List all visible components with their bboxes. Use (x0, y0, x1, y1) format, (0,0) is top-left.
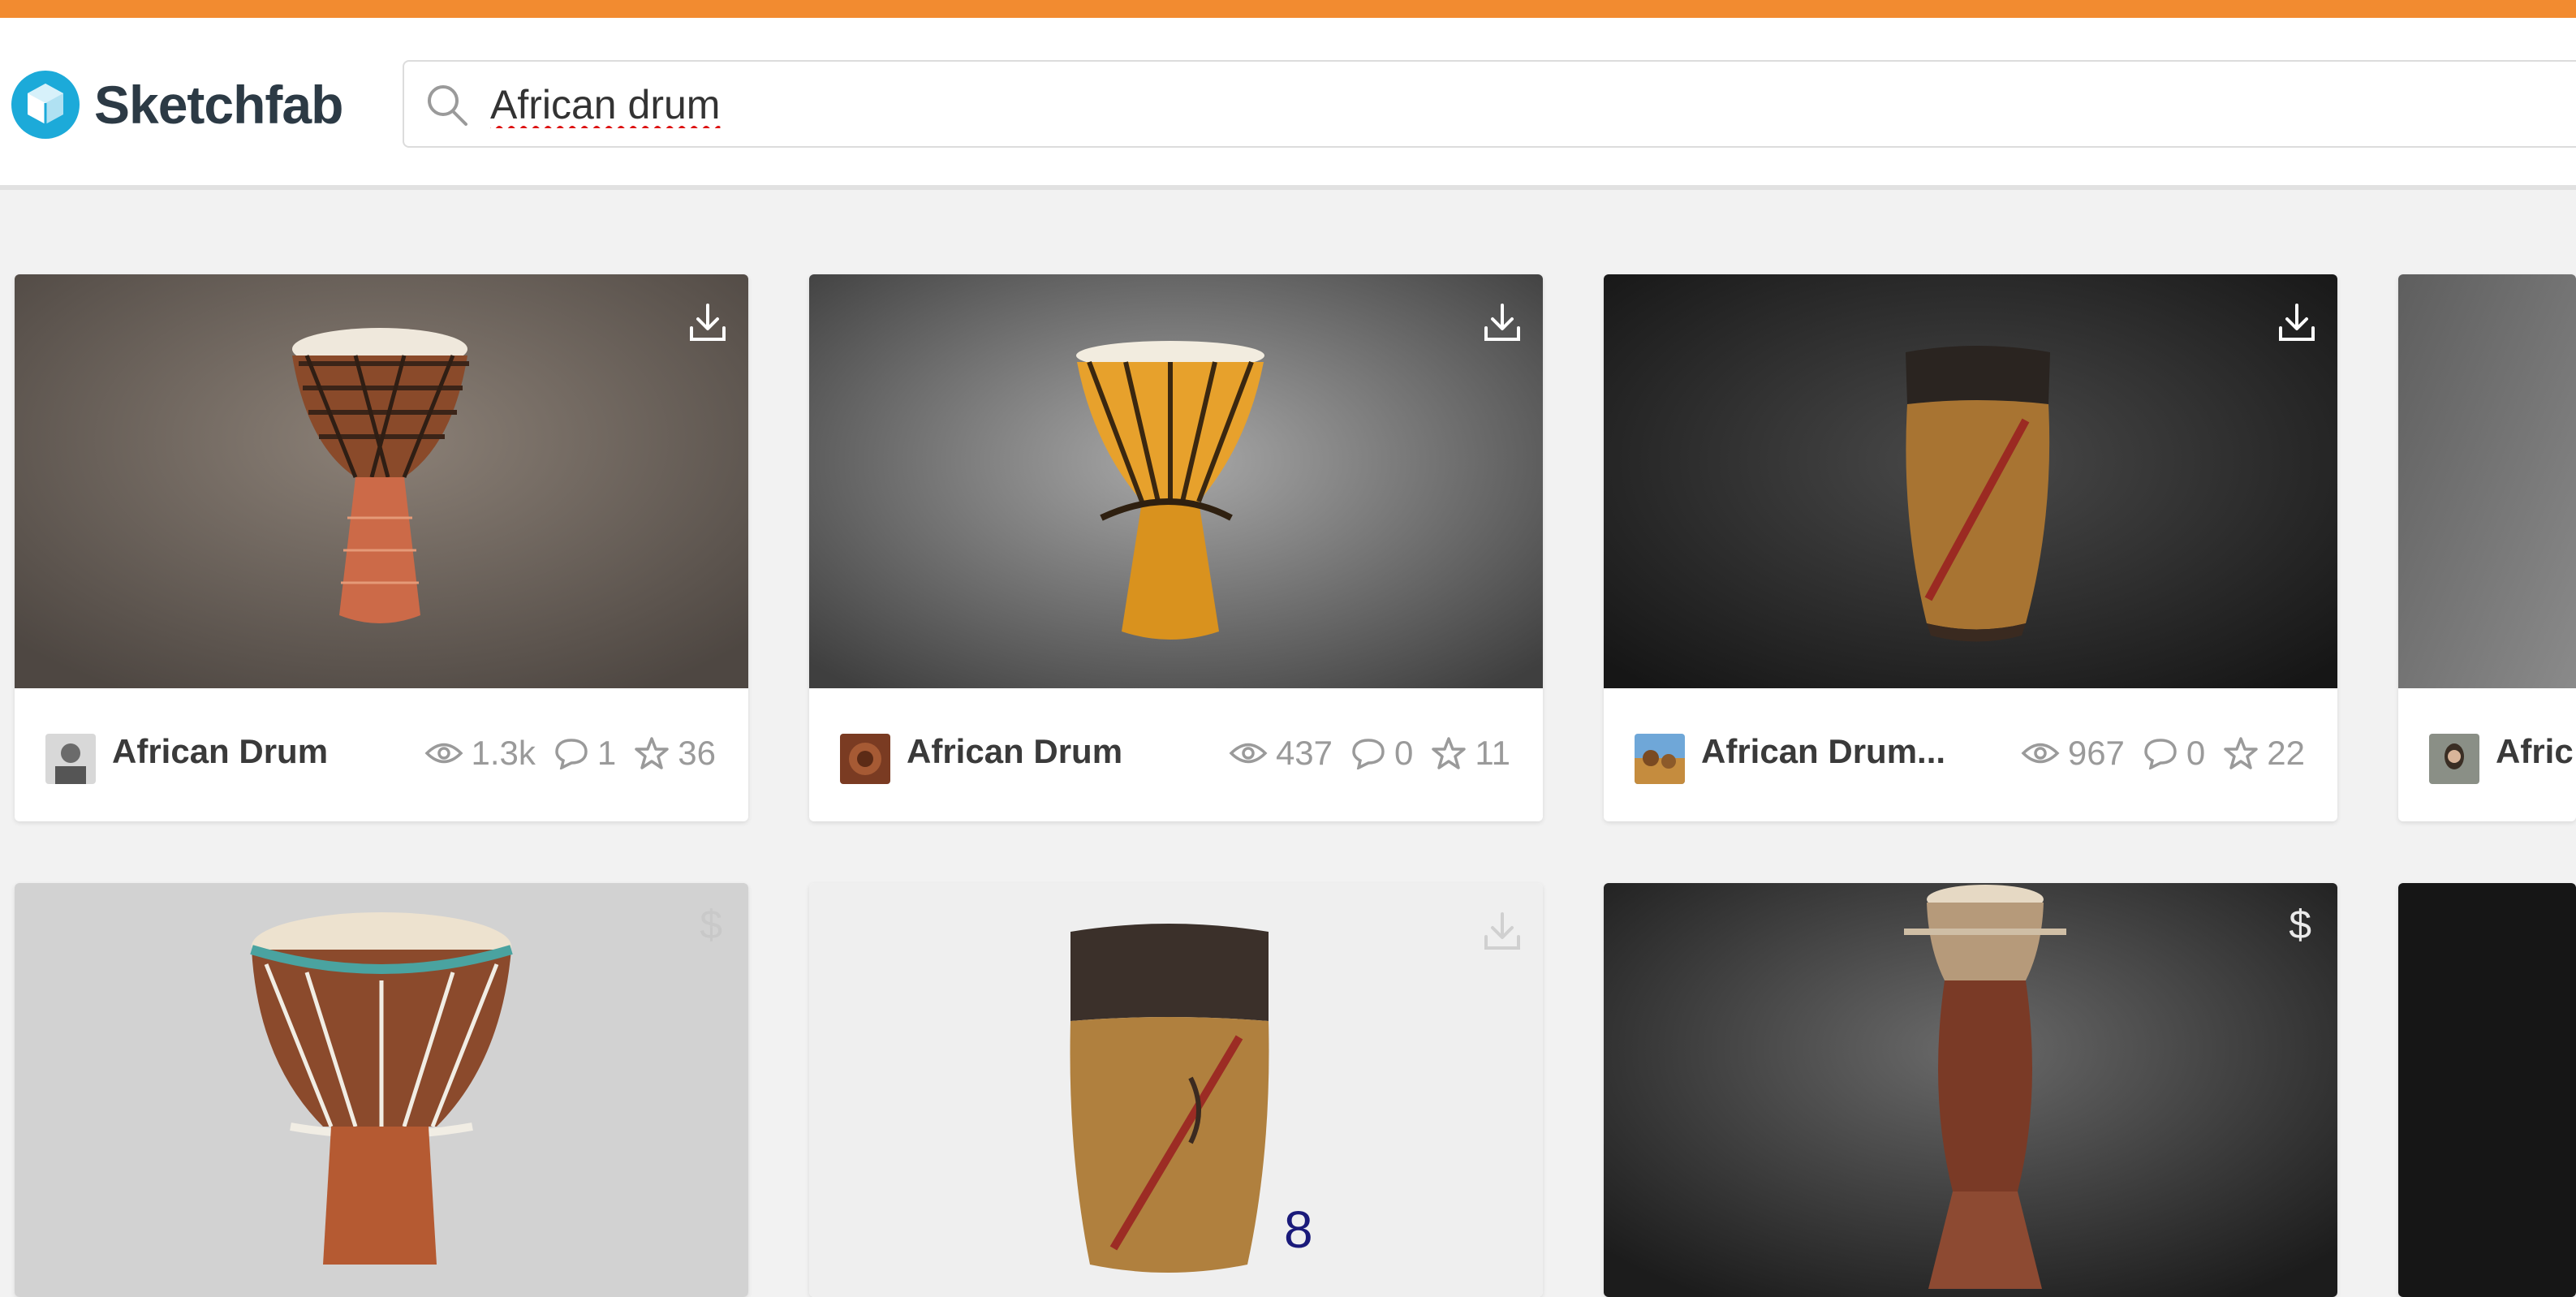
model-info: Afric (2398, 688, 2576, 821)
star-icon (635, 737, 670, 769)
drum-image (809, 883, 1543, 1297)
views-stat: 1.3k (424, 734, 536, 773)
header: Sketchfab (0, 18, 2576, 190)
model-card[interactable]: African Drum 437 0 11 (809, 274, 1543, 821)
comment-icon (1352, 739, 1385, 769)
model-card[interactable] (2398, 883, 2576, 1297)
likes-count: 36 (678, 734, 716, 772)
likes-stat: 22 (2223, 734, 2305, 773)
views-stat: 437 (1229, 734, 1333, 773)
eye-icon (424, 743, 463, 764)
user-avatar-image (1635, 734, 1685, 784)
comments-count: 0 (2186, 734, 2206, 772)
drum-image (809, 274, 1543, 688)
user-avatar-image (840, 734, 890, 784)
download-icon[interactable] (1480, 300, 1525, 346)
drum-image (15, 274, 748, 688)
model-card[interactable] (809, 883, 1543, 1297)
avatar[interactable] (45, 734, 96, 784)
search-input[interactable] (490, 80, 1708, 130)
avatar[interactable] (2429, 734, 2479, 784)
comments-stat: 0 (2143, 734, 2205, 773)
model-card[interactable]: Afric (2398, 274, 2576, 821)
page-number: 8 (1284, 1200, 1313, 1259)
eye-icon (2021, 743, 2060, 764)
model-card[interactable]: African Drum... 967 0 22 (1604, 274, 2337, 821)
model-thumbnail[interactable] (2398, 274, 2576, 688)
eye-icon (1229, 743, 1268, 764)
model-card[interactable]: $ (1604, 883, 2337, 1297)
search-bar[interactable] (403, 60, 2576, 148)
sketchfab-cube-icon (11, 71, 80, 139)
drum-image (2398, 274, 2576, 688)
likes-count: 22 (2267, 734, 2305, 772)
price-badge: $ (700, 902, 722, 947)
top-accent-bar (0, 0, 2576, 18)
model-thumbnail[interactable] (809, 274, 1543, 688)
model-stats: 967 0 22 (2003, 734, 2305, 773)
model-thumbnail[interactable]: $ (15, 883, 748, 1297)
likes-stat: 36 (634, 734, 716, 773)
model-stats: 437 0 11 (1211, 734, 1510, 773)
model-info: African Drum 437 0 11 (809, 688, 1543, 821)
price-badge: $ (2289, 902, 2311, 947)
views-count: 967 (2067, 734, 2125, 772)
comments-stat: 1 (554, 734, 616, 773)
search-icon (428, 85, 467, 126)
views-count: 437 (1275, 734, 1333, 772)
model-thumbnail[interactable] (1604, 274, 2337, 688)
star-icon (1432, 737, 1467, 769)
likes-count: 11 (1475, 734, 1510, 772)
comments-count: 1 (597, 734, 617, 772)
comment-icon (555, 739, 588, 769)
drum-image (2398, 883, 2576, 1297)
model-title[interactable]: African Drum... (1701, 732, 1945, 771)
model-card[interactable]: $ (15, 883, 748, 1297)
model-info: African Drum... 967 0 22 (1604, 688, 2337, 821)
model-title[interactable]: African Drum (907, 732, 1122, 771)
comment-icon (2144, 739, 2177, 769)
download-icon[interactable] (2274, 300, 2320, 346)
user-avatar-image (2429, 734, 2479, 784)
comments-stat: 0 (1350, 734, 1413, 773)
avatar[interactable] (840, 734, 890, 784)
drum-image (15, 883, 748, 1297)
download-icon[interactable] (1480, 909, 1525, 954)
model-info: African Drum 1.3k 1 36 (15, 688, 748, 821)
drum-image (1604, 274, 2337, 688)
logo-text: Sketchfab (94, 75, 343, 135)
model-stats: 1.3k 1 36 (407, 734, 716, 773)
views-count: 1.3k (471, 734, 536, 772)
avatar[interactable] (1635, 734, 1685, 784)
model-thumbnail[interactable]: $ (1604, 883, 2337, 1297)
comments-count: 0 (1394, 734, 1414, 772)
drum-image (1604, 883, 2337, 1297)
model-thumbnail[interactable] (2398, 883, 2576, 1297)
model-thumbnail[interactable] (809, 883, 1543, 1297)
model-thumbnail[interactable] (15, 274, 748, 688)
model-title[interactable]: Afric (2496, 732, 2574, 771)
model-title[interactable]: African Drum (112, 732, 328, 771)
user-avatar-image (45, 734, 96, 784)
model-card[interactable]: African Drum 1.3k 1 36 (15, 274, 748, 821)
views-stat: 967 (2021, 734, 2125, 773)
download-icon[interactable] (685, 300, 730, 346)
sketchfab-logo[interactable]: Sketchfab (11, 60, 343, 149)
likes-stat: 11 (1431, 734, 1510, 773)
star-icon (2224, 737, 2259, 769)
